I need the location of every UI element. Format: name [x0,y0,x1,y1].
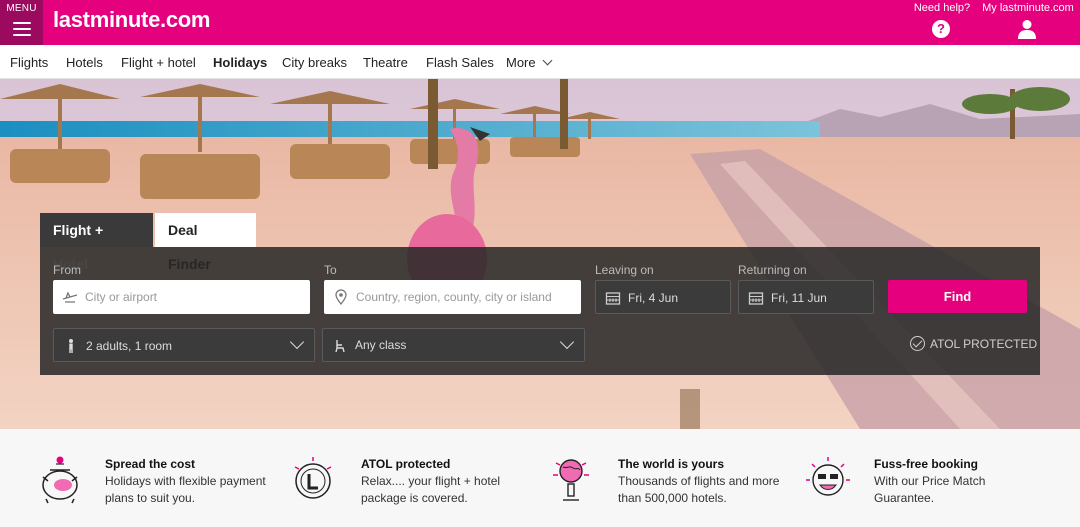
benefit-text: With our Price Match Guarantee. [874,474,986,505]
menu-label: MENU [6,3,37,14]
benefit-title: Spread the cost [105,457,196,471]
need-help-label[interactable]: Need help? [912,2,972,14]
main-nav: Flights Hotels Flight + hotel Holidays C… [0,45,1080,79]
seat-icon [335,340,345,353]
travellers-select[interactable]: 2 adults, 1 room [53,328,315,362]
check-circle-icon [910,336,925,352]
benefit-title: ATOL protected [361,457,451,471]
nav-item-holidays[interactable]: Holidays [213,55,267,70]
calendar-icon [605,292,621,305]
my-account-label[interactable]: My lastminute.com [980,2,1076,14]
to-input[interactable]: Country, region, county, city or island [324,280,581,314]
chevron-down-icon [289,334,305,350]
nav-item-hotels[interactable]: Hotels [66,55,103,70]
globe-icon [553,459,589,501]
tab-deal-finder[interactable]: Deal Finder [155,213,256,272]
tab-flight-hotel[interactable]: Flight + Hotel [40,213,153,272]
returning-date-field[interactable]: Fri, 11 Jun [738,280,874,314]
nav-item-flash-sales[interactable]: Flash Sales [426,55,494,70]
nav-item-flight-hotel[interactable]: Flight + hotel [121,55,196,70]
cabin-class-select[interactable]: Any class [322,328,585,362]
from-label: From [53,263,81,277]
nav-item-theatre[interactable]: Theatre [363,55,408,70]
leaving-date-field[interactable]: Fri, 4 Jun [595,280,731,314]
benefit-text: Relax.... your flight + hotel package is… [361,474,501,505]
menu-button[interactable]: MENU [0,0,43,45]
returning-date-value: Fri, 11 Jun [771,291,827,305]
plane-icon [62,291,78,303]
benefit-text: Thousands of flights and more than 500,0… [618,474,780,505]
from-placeholder: City or airport [85,290,158,304]
atol-protected-label: ATOL PROTECTED [930,337,1038,351]
atol-badge-icon [294,457,332,499]
leaving-date-value: Fri, 4 Jun [628,291,679,305]
to-placeholder: Country, region, county, city or island [356,290,552,304]
person-icon [69,339,73,353]
nav-more-label: More [506,55,536,70]
travellers-value: 2 adults, 1 room [86,339,173,353]
benefit-title: The world is yours [618,457,725,471]
top-bar: MENU lastminute.com Need help? ? My last… [0,0,1080,45]
benefits-strip: Spread the cost Holidays with flexible p… [0,429,1080,527]
happy-face-icon [806,457,850,496]
user-icon[interactable] [1018,19,1036,39]
hamburger-icon [13,22,31,36]
location-pin-icon [335,289,347,305]
cabin-class-value: Any class [355,338,407,352]
chevron-down-icon [559,334,575,350]
piggy-pot-icon [42,456,78,504]
atol-protected-badge: ATOL PROTECTED [910,336,1038,352]
nav-item-flights[interactable]: Flights [10,55,48,70]
benefit-text: Holidays with flexible payment plans to … [105,474,266,505]
nav-item-more[interactable]: More [506,55,553,70]
to-label: To [324,263,337,277]
calendar-icon [748,292,764,305]
nav-item-city-breaks[interactable]: City breaks [282,55,347,70]
help-icon[interactable]: ? [932,20,950,38]
benefit-title: Fuss-free booking [874,457,979,471]
chevron-down-icon [542,55,553,66]
find-button[interactable]: Find [888,280,1027,313]
returning-label: Returning on [738,263,807,277]
from-input[interactable]: City or airport [53,280,310,314]
site-logo[interactable]: lastminute.com [53,7,210,33]
leaving-label: Leaving on [595,263,654,277]
